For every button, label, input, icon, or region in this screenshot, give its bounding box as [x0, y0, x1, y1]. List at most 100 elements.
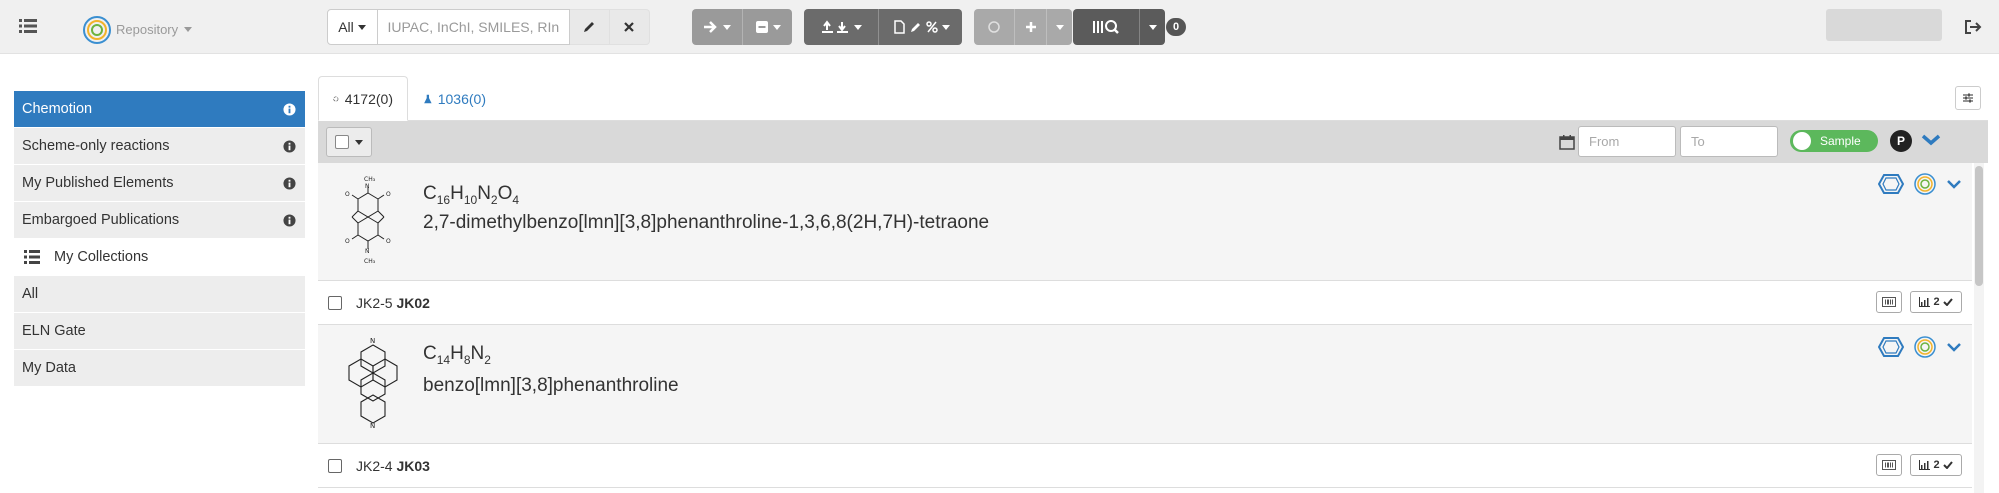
chevron-down-icon: [355, 139, 363, 145]
search-dropdown-button[interactable]: [1139, 9, 1165, 45]
sample-row[interactable]: JK2-4 JK03 2: [318, 444, 1972, 488]
collection-item-my-data[interactable]: My Data: [14, 350, 305, 387]
clear-search-button[interactable]: [609, 9, 650, 45]
ketcher-benzene-icon[interactable]: [1878, 173, 1904, 195]
file-icon: [893, 20, 905, 34]
collection-item-eln-gate[interactable]: ELN Gate: [14, 313, 305, 350]
chevron-down-icon: [1148, 24, 1157, 30]
svg-text:O: O: [345, 191, 350, 198]
molecule-actions: [1878, 173, 1962, 195]
logout-icon[interactable]: [1962, 16, 1984, 38]
sidebar-item-label: My Published Elements: [22, 175, 174, 191]
svg-text:O: O: [386, 191, 391, 198]
list-toolbar: Sample P: [318, 121, 1988, 163]
sample-checkbox[interactable]: [328, 458, 342, 473]
svg-text:N: N: [365, 248, 370, 255]
sample-row-actions: 2: [1876, 291, 1962, 313]
search-bar: All: [318, 9, 658, 45]
list-settings-button[interactable]: [1955, 86, 1981, 110]
product-only-toggle[interactable]: P: [1890, 130, 1912, 152]
collection-item-all[interactable]: All: [14, 276, 305, 313]
flask-icon: [424, 94, 432, 103]
chemotion-logo-icon[interactable]: [82, 15, 112, 45]
info-icon[interactable]: [283, 177, 296, 190]
molecule-name: benzo[lmn][3,8]phenanthroline: [423, 375, 679, 396]
collapse-all-chevron-icon[interactable]: [1920, 131, 1942, 151]
check-icon: [1942, 298, 1953, 306]
ketcher-benzene-icon[interactable]: [1878, 336, 1904, 358]
chevron-down-icon[interactable]: [1946, 341, 1962, 353]
sidebar-item-chemotion[interactable]: Chemotion: [14, 91, 305, 128]
upload-download-icon: [822, 20, 848, 33]
sidebar-item-label: Chemotion: [22, 101, 93, 117]
element-tabs: 4172(0) 1036(0): [318, 76, 1988, 121]
scrollbar-thumb[interactable]: [1975, 166, 1983, 286]
sidebar-item-scheme-only-reactions[interactable]: Scheme-only reactions: [14, 128, 305, 165]
collection-label: All: [22, 286, 39, 302]
collection-label: ELN Gate: [22, 323, 86, 339]
sample-create-button[interactable]: [974, 9, 1014, 45]
barcode-button[interactable]: [1876, 291, 1902, 313]
analyses-button[interactable]: 2: [1910, 454, 1962, 476]
sample-toggle[interactable]: Sample: [1790, 130, 1878, 152]
search-input[interactable]: [377, 9, 570, 45]
sample-checkbox[interactable]: [328, 295, 342, 310]
barcode-button[interactable]: [1876, 454, 1902, 476]
info-icon[interactable]: [283, 140, 296, 153]
tab-samples[interactable]: 4172(0): [318, 76, 408, 121]
search-scope-label: All: [338, 19, 354, 35]
sidebar-item-embargoed-publications[interactable]: Embargoed Publications: [14, 202, 305, 239]
chemotion-repo-icon[interactable]: [1914, 173, 1936, 195]
create-group: [974, 9, 1072, 45]
import-export-button[interactable]: [804, 9, 878, 45]
move-remove-group: [692, 9, 792, 45]
user-menu[interactable]: [1826, 9, 1942, 41]
info-icon[interactable]: [283, 103, 296, 116]
info-icon[interactable]: [283, 214, 296, 227]
sample-row[interactable]: JK2-5 JK02 2: [318, 281, 1972, 325]
svg-text:N: N: [370, 337, 375, 345]
tab-samples-label: 4172(0): [344, 90, 393, 107]
repository-dropdown[interactable]: Repository: [116, 18, 193, 40]
select-all-dropdown[interactable]: [326, 127, 372, 157]
svg-text:CH₃: CH₃: [364, 258, 376, 265]
notification-badge[interactable]: 0: [1166, 18, 1186, 36]
import-export-group: [804, 9, 962, 45]
repository-label: Repository: [116, 21, 179, 37]
list-scrollbar[interactable]: [1974, 163, 1984, 493]
analyses-count: 2: [1933, 296, 1940, 308]
molecule-structure-image: CH₃ N O O O O N CH₃: [345, 176, 391, 265]
collections-header-label: My Collections: [54, 249, 149, 265]
remove-button[interactable]: [742, 9, 792, 45]
arrow-right-icon: [704, 21, 717, 33]
date-from-input[interactable]: [1578, 126, 1676, 157]
advanced-search-button[interactable]: [1073, 9, 1139, 45]
search-scope-dropdown[interactable]: All: [326, 9, 378, 45]
sample-label: JK2-5 JK02: [356, 294, 430, 311]
check-icon: [1942, 461, 1953, 469]
molecule-formula: C14H8N2: [423, 343, 491, 367]
svg-text:N: N: [370, 422, 375, 429]
chemotion-repo-icon[interactable]: [1914, 336, 1936, 358]
sidebar-item-my-published-elements[interactable]: My Published Elements: [14, 165, 305, 202]
move-button[interactable]: [692, 9, 742, 45]
tab-reactions-label: 1036(0): [437, 90, 486, 107]
my-collections-header[interactable]: My Collections: [14, 239, 305, 276]
select-all-checkbox[interactable]: [335, 135, 349, 149]
menu-icon[interactable]: [18, 16, 38, 36]
barcode-icon: [1882, 297, 1896, 307]
tab-reactions[interactable]: 1036(0): [410, 76, 500, 121]
molecule-group-header[interactable]: N N C14H8N2 benzo[lmn][3,8]phenanthrolin…: [318, 325, 1972, 444]
date-to-input[interactable]: [1680, 126, 1778, 157]
chevron-down-icon: [941, 24, 950, 30]
add-element-button[interactable]: [1014, 9, 1046, 45]
molecule-group-header[interactable]: CH₃ N O O O O N CH₃ C16H10N2O4 2,7-dimet…: [318, 163, 1972, 281]
analyses-button[interactable]: 2: [1910, 291, 1962, 313]
sidebar-item-label: Scheme-only reactions: [22, 138, 170, 154]
structure-editor-button[interactable]: [569, 9, 610, 45]
svg-text:N: N: [365, 183, 370, 190]
report-button[interactable]: [878, 9, 962, 45]
chevron-down-icon[interactable]: [1946, 178, 1962, 190]
svg-text:O: O: [386, 238, 391, 245]
create-dropdown-button[interactable]: [1046, 9, 1072, 45]
